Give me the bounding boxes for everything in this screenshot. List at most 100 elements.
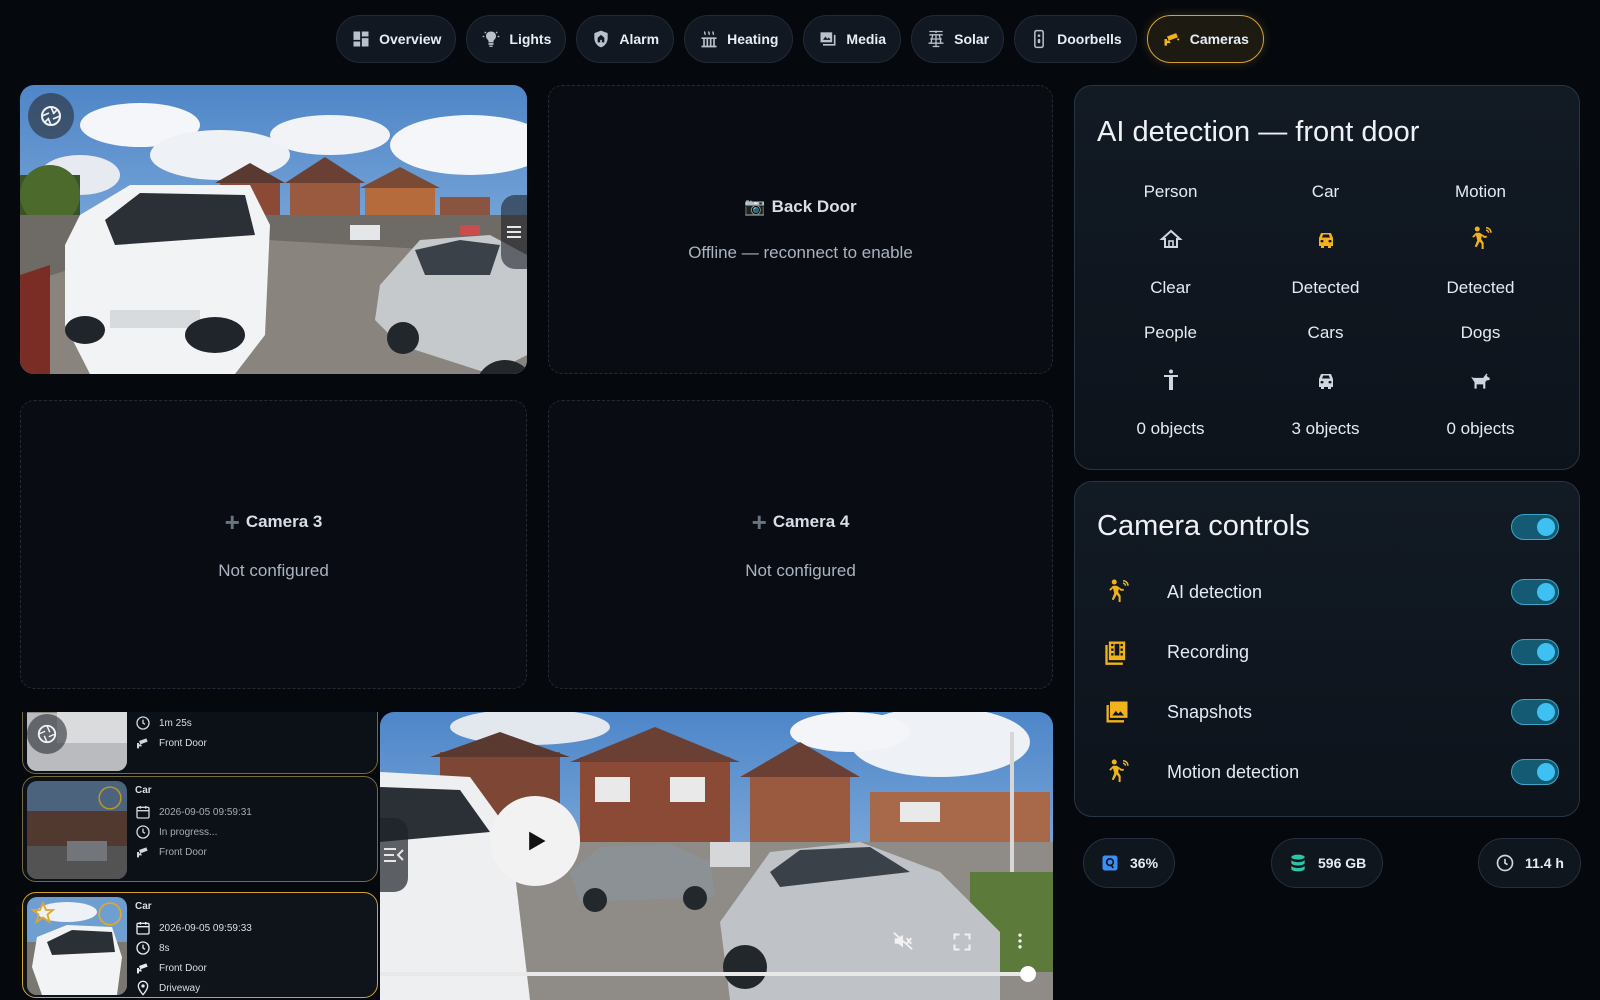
camera-controls-panel: Camera controls AI detection Recording S… xyxy=(1074,481,1580,817)
plus-icon: + xyxy=(751,506,767,537)
event-duration: In progress... xyxy=(159,826,218,838)
storage-stat[interactable]: 596 GB xyxy=(1271,838,1384,888)
motion-sensor-icon xyxy=(1471,226,1492,249)
event-card[interactable]: Car 2026-09-05 09:59:31 In progress... F… xyxy=(22,776,378,882)
doorbell-icon xyxy=(1034,29,1045,49)
play-icon xyxy=(529,831,546,851)
control-recording: Recording xyxy=(1103,632,1559,672)
uptime-stat[interactable]: 11.4 h xyxy=(1478,838,1581,888)
calendar-icon xyxy=(136,922,150,935)
detection-people-count[interactable]: People 0 objects xyxy=(1093,323,1248,464)
camera-iris-icon xyxy=(37,724,57,744)
tab-label: Doorbells xyxy=(1057,31,1122,47)
more-vertical-icon[interactable] xyxy=(1010,930,1030,952)
video-progress-handle[interactable] xyxy=(1020,966,1036,982)
detection-label: Dogs xyxy=(1460,323,1501,342)
camera-status: Offline — reconnect to enable xyxy=(688,242,913,262)
motion-detection-toggle[interactable] xyxy=(1511,759,1559,785)
fullscreen-icon[interactable] xyxy=(952,932,972,952)
event-timeline-list[interactable]: 1m 25s Front Door Car 2026-09-05 09:59:3… xyxy=(20,712,382,1000)
motion-sensor-icon xyxy=(1109,759,1129,782)
camera-snapshot-image xyxy=(20,85,527,374)
star-icon[interactable] xyxy=(31,901,55,925)
camera-title: Camera 4 xyxy=(772,511,850,531)
event-zone: Driveway xyxy=(159,982,201,994)
tab-media[interactable]: Media xyxy=(803,15,902,63)
menu-open-icon xyxy=(384,848,404,862)
plus-icon: + xyxy=(224,506,240,537)
front-door-camera-feed[interactable] xyxy=(20,85,527,374)
camera-title: Back Door xyxy=(771,196,857,216)
tab-alarm[interactable]: Alarm xyxy=(576,15,675,63)
filmstrip-icon xyxy=(1105,641,1126,665)
control-ai-detection: AI detection xyxy=(1103,572,1559,612)
detection-state: Clear xyxy=(1150,278,1191,297)
detection-grid: Person Clear Car Detected Motion Detecte… xyxy=(1093,182,1558,464)
side-drawer-handle[interactable] xyxy=(501,195,527,269)
timer-icon xyxy=(136,825,150,839)
detection-motion[interactable]: Motion Detected xyxy=(1403,182,1558,323)
detection-cars-count[interactable]: Cars 3 objects xyxy=(1248,323,1403,464)
camera-status: Not configured xyxy=(218,560,329,580)
control-label: AI detection xyxy=(1167,581,1263,602)
camera-4-slot[interactable]: + Camera 4 Not configured xyxy=(548,400,1053,689)
cpu-stat[interactable]: 36% xyxy=(1083,838,1176,888)
human-icon xyxy=(1163,369,1178,390)
map-marker-icon xyxy=(137,980,149,996)
tab-overview[interactable]: Overview xyxy=(336,15,457,63)
volume-mute-icon[interactable] xyxy=(892,930,914,952)
detection-car[interactable]: Car Detected xyxy=(1248,182,1403,323)
event-card[interactable]: 1m 25s Front Door xyxy=(22,712,378,774)
control-snapshots: Snapshots xyxy=(1103,692,1559,732)
cctv-icon xyxy=(137,963,148,974)
snapshot-button[interactable] xyxy=(28,93,74,139)
snapshot-button[interactable] xyxy=(27,714,67,754)
event-type: Car xyxy=(135,785,152,796)
ai-detection-toggle[interactable] xyxy=(1511,579,1559,605)
detection-dogs-count[interactable]: Dogs 0 objects xyxy=(1403,323,1558,464)
event-card-selected[interactable]: Car 2026-09-05 09:59:33 8s Front Door Dr… xyxy=(22,892,378,998)
tab-label: Cameras xyxy=(1189,31,1249,47)
tab-cameras[interactable]: Cameras xyxy=(1146,15,1264,63)
control-label: Motion detection xyxy=(1167,761,1300,782)
back-door-camera[interactable]: 📷 Back Door Offline — reconnect to enabl… xyxy=(548,85,1053,374)
motion-sensor-icon xyxy=(1109,579,1129,602)
video-progress-bar[interactable] xyxy=(380,972,1027,976)
event-video-player[interactable] xyxy=(380,712,1053,1000)
car-icon xyxy=(1318,233,1333,248)
menu-icon xyxy=(507,226,521,238)
detection-label: Person xyxy=(1143,182,1198,201)
timer-icon xyxy=(136,941,150,955)
home-outline-icon xyxy=(1158,229,1183,248)
camera-title: Camera 3 xyxy=(245,511,323,531)
event-camera: Front Door xyxy=(159,737,207,749)
dog-icon xyxy=(1470,373,1490,389)
tab-heating[interactable]: Heating xyxy=(684,15,794,63)
detection-person[interactable]: Person Clear xyxy=(1093,182,1248,323)
event-camera: Front Door xyxy=(159,846,207,858)
detection-state: 0 objects xyxy=(1446,419,1515,438)
play-button[interactable] xyxy=(490,796,580,886)
tab-lights[interactable]: Lights xyxy=(466,15,567,63)
dashboard-icon xyxy=(353,31,369,47)
detection-label: Cars xyxy=(1307,323,1344,342)
event-camera: Front Door xyxy=(159,962,207,974)
recording-toggle[interactable] xyxy=(1511,639,1559,665)
circle-outline-icon[interactable] xyxy=(97,901,123,927)
master-toggle[interactable] xyxy=(1511,514,1559,540)
tab-label: Overview xyxy=(379,31,442,47)
panel-title: Camera controls xyxy=(1097,510,1310,542)
solar-panel-icon xyxy=(928,30,944,48)
camera-3-slot[interactable]: + Camera 3 Not configured xyxy=(20,400,527,689)
radiator-icon xyxy=(701,31,717,48)
detection-state: Detected xyxy=(1446,278,1515,297)
control-motion-detection: Motion detection xyxy=(1103,752,1559,792)
tab-solar[interactable]: Solar xyxy=(911,15,1005,63)
stat-value: 11.4 h xyxy=(1525,855,1564,871)
snapshots-toggle[interactable] xyxy=(1511,699,1559,725)
control-label: Recording xyxy=(1167,641,1250,662)
tab-label: Media xyxy=(846,31,887,47)
star-outline-icon[interactable] xyxy=(97,785,123,811)
tab-doorbells[interactable]: Doorbells xyxy=(1014,15,1137,63)
event-list-toggle[interactable] xyxy=(380,818,408,892)
